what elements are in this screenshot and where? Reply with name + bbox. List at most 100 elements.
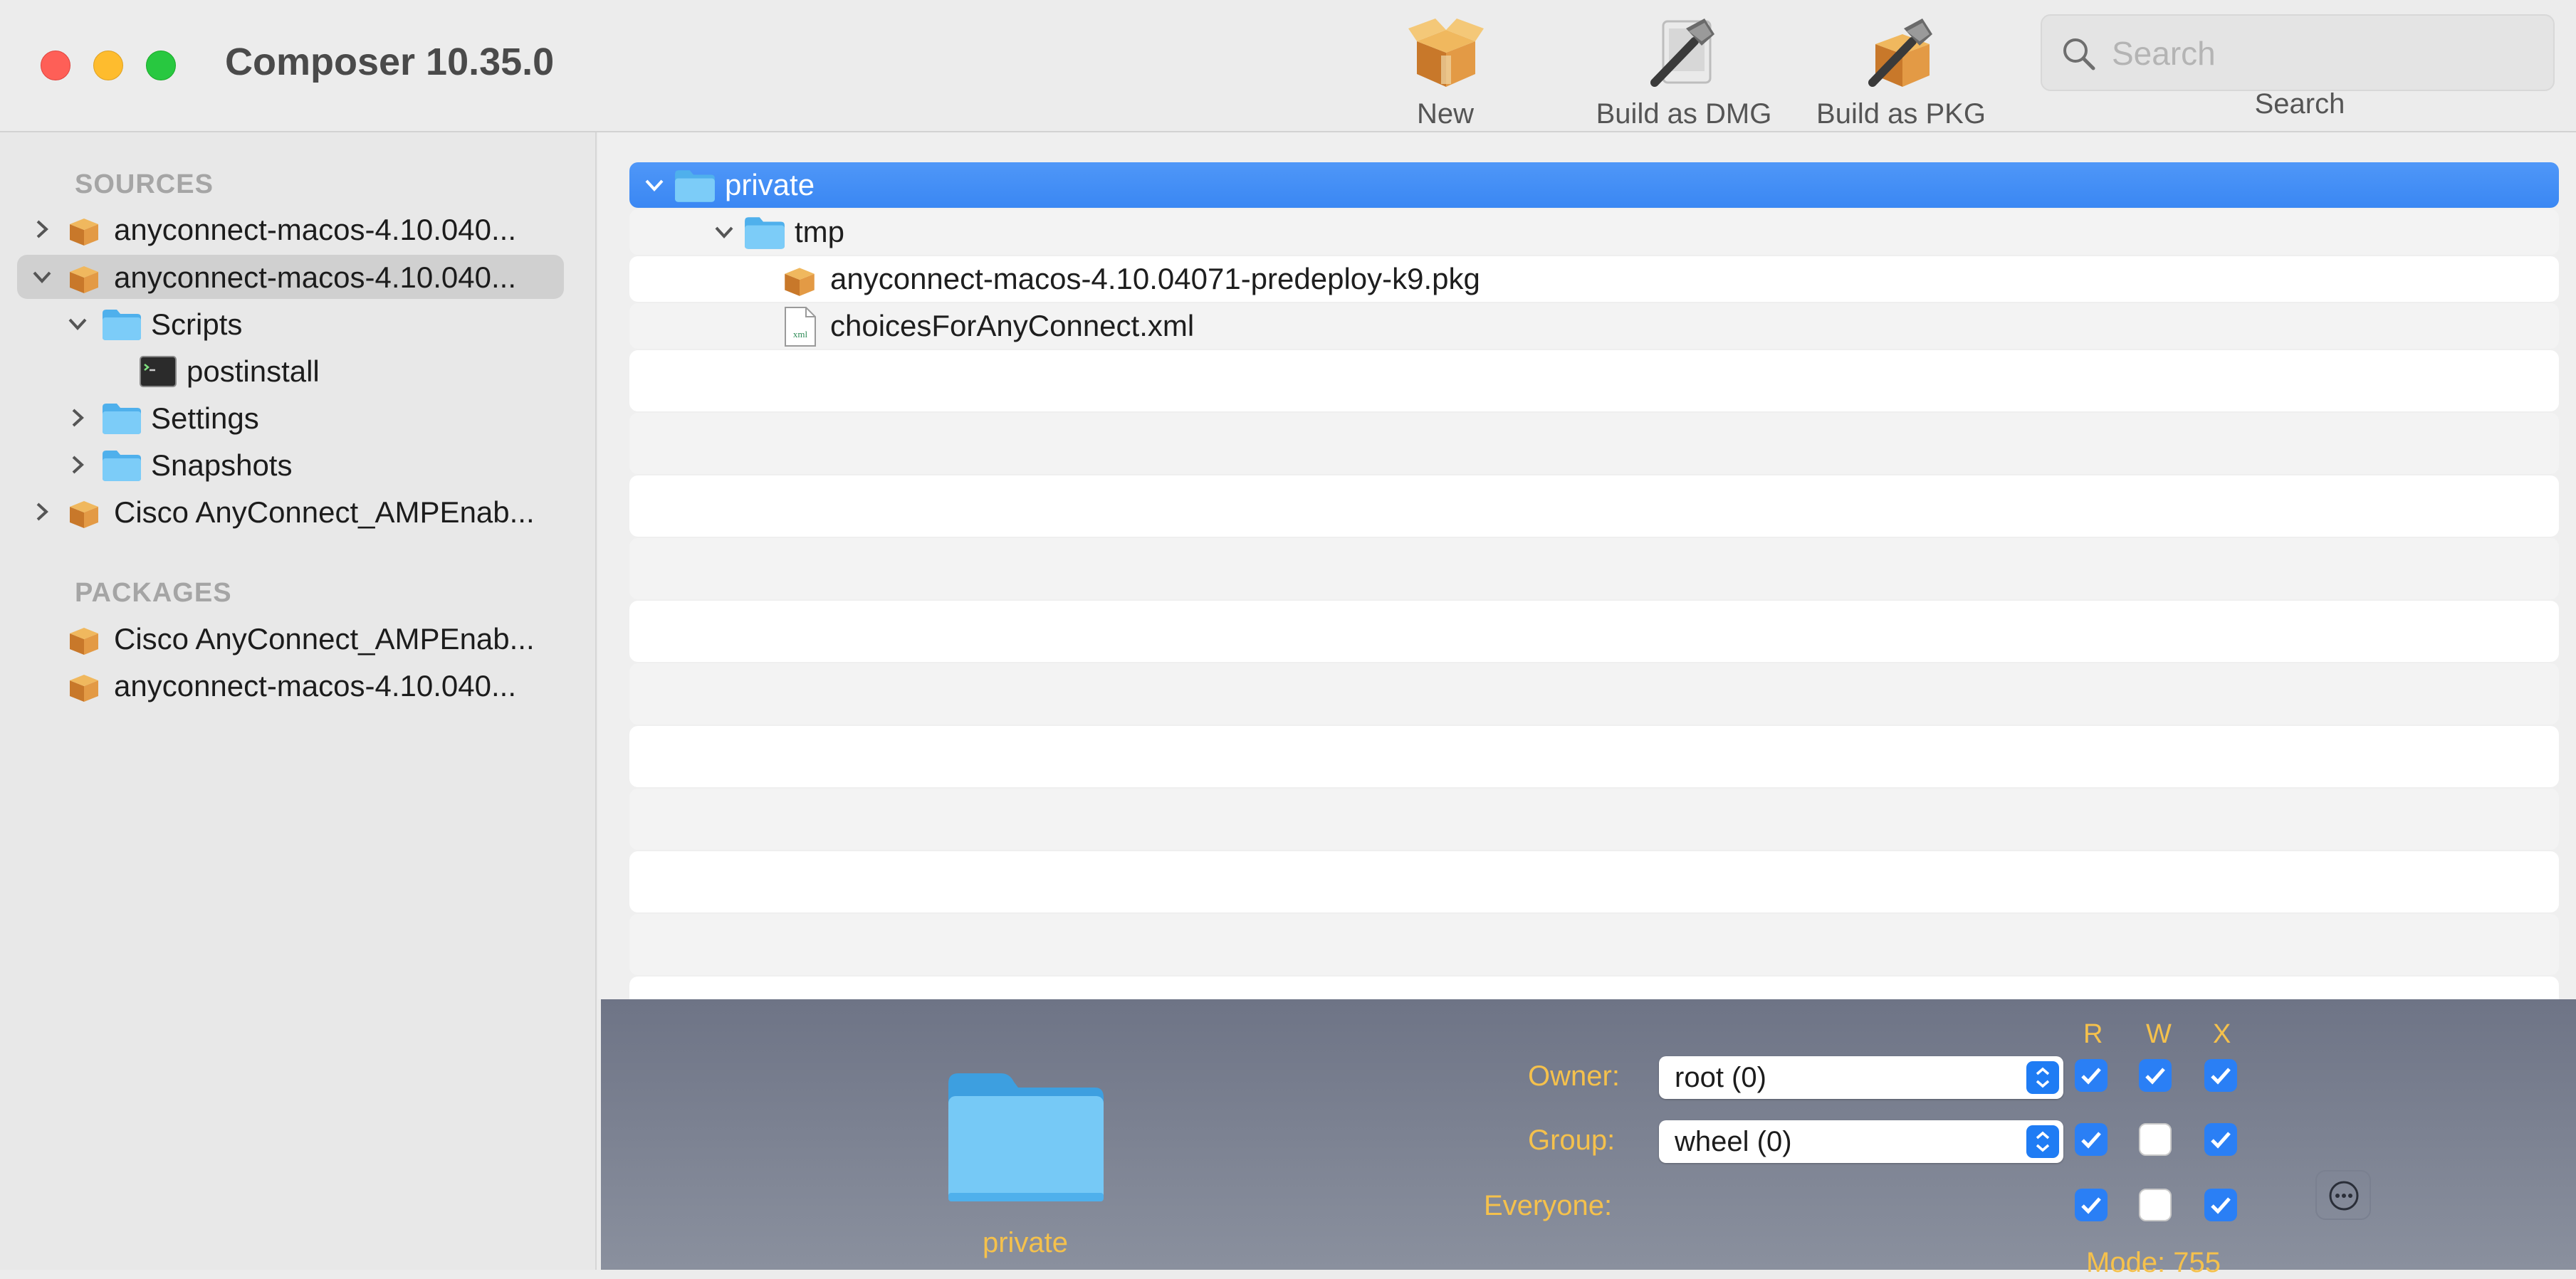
empty-row	[629, 538, 2559, 599]
sidebar-item-label: postinstall	[187, 354, 320, 388]
empty-row	[629, 475, 2559, 537]
window-title: Composer 10.35.0	[225, 41, 555, 83]
info-panel: private R W X Owner: root (0) Group: whe…	[601, 999, 2576, 1278]
file-name: tmp	[795, 215, 845, 248]
group-select[interactable]: wheel (0)	[1659, 1120, 2063, 1163]
xml-file-icon: xml	[785, 307, 816, 347]
sidebar-item-label: Cisco AnyConnect_AMPEnab...	[114, 622, 535, 656]
everyone-write-checkbox[interactable]	[2139, 1189, 2172, 1221]
everyone-read-checkbox[interactable]	[2075, 1189, 2108, 1221]
sidebar-source-item[interactable]: anyconnect-macos-4.10.040...	[17, 207, 564, 251]
package-icon	[70, 501, 98, 528]
empty-row	[629, 726, 2559, 787]
sidebar-package-item[interactable]: Cisco AnyConnect_AMPEnab...	[17, 616, 564, 660]
build-dmg-label: Build as DMG	[1596, 98, 1772, 130]
read-column-header: R	[2083, 1019, 2103, 1049]
empty-row	[629, 601, 2559, 662]
mode-label: Mode: 755	[2086, 1247, 2221, 1278]
package-icon	[70, 266, 98, 293]
ellipsis-circle-icon	[2329, 1181, 2359, 1211]
folder-icon	[103, 310, 141, 340]
build-pkg-label: Build as PKG	[1816, 98, 1986, 130]
empty-row	[629, 851, 2559, 912]
file-row-selected[interactable]: private	[629, 162, 2559, 208]
new-button[interactable]: New	[1396, 10, 1495, 131]
folder-icon	[745, 217, 785, 249]
sidebar-package-item[interactable]: anyconnect-macos-4.10.040...	[17, 663, 564, 707]
chevron-down-icon[interactable]	[66, 312, 90, 336]
chevron-right-icon[interactable]	[30, 217, 54, 241]
package-hammer-icon	[1868, 19, 1932, 87]
sidebar-item-postinstall[interactable]: postinstall	[17, 349, 564, 393]
folder-icon	[675, 170, 715, 202]
search-label: Search	[2254, 88, 2345, 120]
owner-label: Owner:	[1528, 1060, 1620, 1092]
more-options-button[interactable]	[2315, 1170, 2371, 1220]
owner-execute-checkbox[interactable]	[2204, 1059, 2237, 1092]
close-button[interactable]	[41, 51, 70, 80]
sidebar-item-label: anyconnect-macos-4.10.040...	[114, 260, 516, 294]
sources-header: SOURCES	[75, 169, 214, 199]
file-list: private tmp anyconnect-macos-4.10.04071-…	[598, 132, 2576, 999]
sidebar-source-item-selected[interactable]: anyconnect-macos-4.10.040...	[17, 255, 564, 299]
empty-row	[629, 413, 2559, 474]
file-row[interactable]: xml choicesForAnyConnect.xml	[629, 303, 2559, 349]
everyone-execute-checkbox[interactable]	[2204, 1189, 2237, 1221]
folder-icon	[103, 451, 141, 481]
package-icon	[70, 675, 98, 702]
sidebar: SOURCES anyconnect-macos-4.10.040... any…	[0, 132, 597, 1270]
group-write-checkbox[interactable]	[2139, 1123, 2172, 1156]
group-label: Group:	[1528, 1125, 1616, 1156]
hammer-icon	[1650, 19, 1714, 87]
package-icon	[785, 268, 815, 296]
search-icon	[2063, 38, 2095, 70]
empty-row	[629, 350, 2559, 411]
select-stepper-icon	[2026, 1061, 2059, 1094]
sidebar-item-scripts[interactable]: Scripts	[17, 302, 564, 346]
group-read-checkbox[interactable]	[2075, 1123, 2108, 1156]
select-stepper-icon	[2026, 1125, 2059, 1158]
item-name-label: private	[982, 1227, 1069, 1258]
sidebar-item-label: Snapshots	[151, 448, 293, 482]
build-pkg-button[interactable]: Build as PKG	[1808, 10, 1994, 131]
write-column-header: W	[2146, 1019, 2172, 1049]
empty-row	[629, 977, 2559, 999]
owner-select[interactable]: root (0)	[1659, 1056, 2063, 1099]
toolbar: Composer 10.35.0 New Build as DMG Build …	[0, 0, 2576, 132]
sidebar-item-label: Scripts	[151, 307, 243, 341]
minimize-button[interactable]	[93, 51, 123, 80]
package-icon	[70, 219, 98, 246]
zoom-button[interactable]	[146, 51, 176, 80]
search-input[interactable]	[2110, 28, 2540, 78]
group-value: wheel (0)	[1675, 1126, 1792, 1157]
sidebar-source-item[interactable]: Cisco AnyConnect_AMPEnab...	[17, 490, 564, 534]
sidebar-item-snapshots[interactable]: Snapshots	[17, 443, 564, 487]
everyone-label: Everyone:	[1484, 1190, 1613, 1221]
sidebar-item-settings[interactable]: Settings	[17, 396, 564, 440]
build-dmg-button[interactable]: Build as DMG	[1588, 10, 1780, 131]
terminal-icon	[140, 356, 177, 387]
empty-row	[629, 914, 2559, 975]
owner-value: root (0)	[1675, 1062, 1766, 1093]
chevron-down-icon[interactable]	[712, 220, 736, 244]
chevron-right-icon[interactable]	[30, 500, 54, 524]
owner-read-checkbox[interactable]	[2075, 1059, 2108, 1092]
package-icon	[1408, 19, 1484, 87]
xml-icon-text: xml	[793, 329, 808, 340]
sidebar-item-label: anyconnect-macos-4.10.040...	[114, 213, 516, 246]
sidebar-item-label: anyconnect-macos-4.10.040...	[114, 669, 516, 702]
chevron-right-icon[interactable]	[66, 453, 90, 477]
file-name: anyconnect-macos-4.10.04071-predeploy-k9…	[830, 262, 1480, 295]
sidebar-item-label: Settings	[151, 401, 259, 435]
search-field[interactable]	[2041, 14, 2555, 91]
file-row[interactable]: tmp	[629, 209, 2559, 255]
file-row[interactable]: anyconnect-macos-4.10.04071-predeploy-k9…	[629, 256, 2559, 302]
large-folder-icon	[948, 1073, 1104, 1201]
empty-row	[629, 663, 2559, 725]
chevron-down-icon[interactable]	[642, 173, 666, 197]
packages-header: PACKAGES	[75, 578, 232, 608]
chevron-right-icon[interactable]	[66, 406, 90, 430]
group-execute-checkbox[interactable]	[2204, 1123, 2237, 1156]
owner-write-checkbox[interactable]	[2139, 1059, 2172, 1092]
chevron-down-icon[interactable]	[30, 265, 54, 289]
